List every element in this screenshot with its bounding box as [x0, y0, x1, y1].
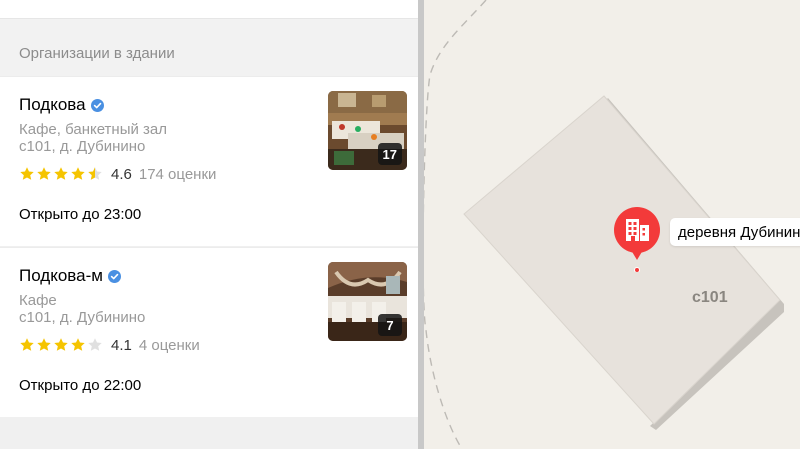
star-icon [71, 167, 85, 180]
place-label[interactable]: деревня Дубинино [670, 218, 800, 246]
map-pin[interactable] [613, 206, 661, 273]
org-photo[interactable]: 17 [328, 91, 407, 170]
working-hours: Открыто до 23:00 [19, 206, 142, 223]
star-icon [37, 167, 51, 180]
rating-value: 4.1 [111, 336, 132, 354]
star-empty-icon [88, 338, 102, 351]
rating-stars [19, 166, 103, 182]
star-icon [54, 338, 68, 351]
rating-row: 4.1 4 оценки [19, 336, 200, 354]
verified-icon [107, 269, 121, 283]
star-icon [20, 338, 34, 351]
verified-icon [90, 98, 104, 112]
photo-count-badge: 7 [378, 314, 402, 336]
rating-value: 4.6 [111, 165, 132, 183]
org-category: Кафе, банкетный зал [19, 121, 168, 138]
star-icon [20, 167, 34, 180]
photo-count-badge: 17 [377, 143, 402, 165]
previous-card [0, 0, 418, 18]
rating-row: 4.6 174 оценки [19, 165, 216, 183]
org-category: Кафе [19, 292, 57, 309]
map-view[interactable]: деревня Дубинино с101 [424, 0, 800, 449]
org-card[interactable]: Подкова Кафе, банкетный зал с101, д. Дуб… [0, 76, 418, 246]
org-name[interactable]: Подкова [19, 95, 86, 115]
star-icon [71, 338, 85, 351]
reviews-count[interactable]: 4 оценки [139, 337, 200, 354]
organizations-panel: Организации в здании Подкова Кафе, банке… [0, 0, 418, 449]
section-title: Организации в здании [19, 45, 175, 62]
org-card[interactable]: Подкова-м Кафе с101, д. Дубинино 4.1 4 о… [0, 247, 418, 417]
working-hours: Открыто до 22:00 [19, 377, 142, 394]
reviews-count[interactable]: 174 оценки [139, 166, 217, 183]
org-photo[interactable]: 7 [328, 262, 407, 341]
org-address: с101, д. Дубинино [19, 138, 146, 155]
org-name[interactable]: Подкова-м [19, 266, 103, 286]
org-address: с101, д. Дубинино [19, 309, 146, 326]
star-icon [54, 167, 68, 180]
star-half-icon [88, 167, 102, 180]
org-name-link[interactable]: Подкова [19, 95, 104, 115]
star-icon [37, 338, 51, 351]
org-name-link[interactable]: Подкова-м [19, 266, 121, 286]
rating-stars [19, 337, 103, 353]
building-label: с101 [692, 289, 728, 306]
section-header: Организации в здании [0, 18, 418, 76]
